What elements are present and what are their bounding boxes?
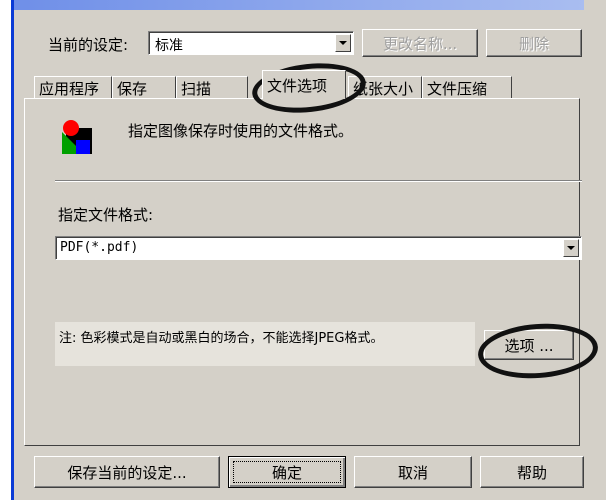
- current-setting-label: 当前的设定:: [48, 36, 129, 54]
- ok-button[interactable]: 确定: [228, 456, 346, 488]
- focus-rect: [233, 461, 341, 483]
- format-label: 指定文件格式:: [58, 206, 154, 224]
- options-button[interactable]: 选项 ...: [484, 330, 574, 360]
- chevron-down-icon[interactable]: [335, 34, 351, 52]
- tab-panel-file-options: [24, 98, 580, 446]
- titlebar-strip: [14, 0, 584, 10]
- delete-button[interactable]: 删除: [486, 29, 582, 57]
- panel-divider: [55, 180, 582, 182]
- panel-description: 指定图像保存时使用的文件格式。: [128, 122, 354, 140]
- tab-applications[interactable]: 应用程序: [34, 76, 112, 98]
- current-setting-value: 标准: [155, 38, 183, 54]
- cancel-button[interactable]: 取消: [354, 456, 472, 488]
- tab-file-compression[interactable]: 文件压缩: [422, 76, 512, 98]
- file-format-select[interactable]: PDF(*.pdf): [55, 236, 582, 260]
- shapes-icon: [62, 120, 92, 154]
- tab-scan[interactable]: 扫描: [176, 76, 248, 98]
- file-format-value: PDF(*.pdf): [60, 240, 139, 255]
- tab-paper-size[interactable]: 纸张大小: [348, 76, 422, 98]
- chevron-down-icon[interactable]: [563, 239, 579, 257]
- tab-file-options[interactable]: 文件选项: [262, 70, 346, 99]
- tab-save[interactable]: 保存: [112, 76, 176, 98]
- current-setting-combobox[interactable]: 标准: [148, 31, 354, 55]
- rename-button[interactable]: 更改名称...: [362, 29, 478, 57]
- dialog-root: 当前的设定: 标准 更改名称... 删除 应用程序 保存 扫描 文件选项 纸张大…: [0, 0, 606, 500]
- format-note: 注: 色彩模式是自动或黑白的场合，不能选择JPEG格式。: [55, 322, 475, 366]
- help-button[interactable]: 帮助: [480, 456, 584, 488]
- save-current-settings-button[interactable]: 保存当前的设定...: [34, 456, 220, 488]
